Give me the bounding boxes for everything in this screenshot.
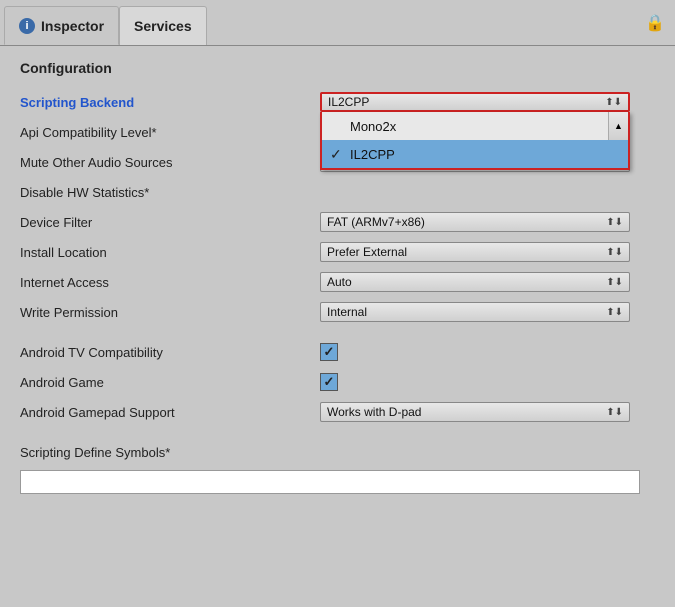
scripting-symbols-input[interactable] bbox=[20, 470, 640, 494]
label-api-compat: Api Compatibility Level* bbox=[20, 125, 320, 140]
label-device-filter: Device Filter bbox=[20, 215, 320, 230]
write-permission-value: Internal bbox=[327, 305, 367, 319]
control-install-location: Prefer External ⬆⬇ bbox=[320, 242, 655, 262]
tab-services[interactable]: Services bbox=[119, 6, 207, 45]
android-game-checkbox[interactable]: ✓ bbox=[320, 373, 338, 391]
dropdown-item-il2cpp-label: IL2CPP bbox=[350, 147, 395, 162]
label-write-permission: Write Permission bbox=[20, 305, 320, 320]
tab-inspector[interactable]: i Inspector bbox=[4, 6, 119, 45]
info-icon: i bbox=[19, 18, 35, 34]
dropdown-item-il2cpp[interactable]: ✓ IL2CPP bbox=[322, 140, 628, 168]
label-install-location: Install Location bbox=[20, 245, 320, 260]
control-device-filter: FAT (ARMv7+x86) ⬆⬇ bbox=[320, 212, 655, 232]
device-filter-dropdown[interactable]: FAT (ARMv7+x86) ⬆⬇ bbox=[320, 212, 630, 232]
label-android-tv: Android TV Compatibility bbox=[20, 345, 320, 360]
lock-icon[interactable]: 🔒 bbox=[645, 13, 665, 33]
control-android-game: ✓ bbox=[320, 373, 655, 391]
label-scripting-backend: Scripting Backend bbox=[20, 95, 320, 110]
scripting-backend-dropdown[interactable]: IL2CPP ⬆⬇ bbox=[320, 92, 630, 112]
android-tv-checkmark: ✓ bbox=[324, 344, 335, 360]
row-install-location: Install Location Prefer External ⬆⬇ bbox=[20, 238, 655, 266]
device-filter-value: FAT (ARMv7+x86) bbox=[327, 215, 425, 229]
dropdown-arrow-install: ⬆⬇ bbox=[606, 247, 623, 258]
check-empty bbox=[330, 118, 350, 134]
android-game-checkmark: ✓ bbox=[324, 374, 335, 390]
tab-services-label: Services bbox=[134, 18, 192, 34]
section-title: Configuration bbox=[20, 60, 655, 76]
row-device-filter: Device Filter FAT (ARMv7+x86) ⬆⬇ bbox=[20, 208, 655, 236]
row-scripting-symbols: Scripting Define Symbols* bbox=[20, 438, 655, 466]
label-android-game: Android Game bbox=[20, 375, 320, 390]
row-write-permission: Write Permission Internal ⬆⬇ bbox=[20, 298, 655, 326]
android-gamepad-value: Works with D-pad bbox=[327, 405, 421, 419]
row-android-tv: Android TV Compatibility ✓ bbox=[20, 338, 655, 366]
dropdown-arrow-write: ⬆⬇ bbox=[606, 307, 623, 318]
android-gamepad-dropdown[interactable]: Works with D-pad ⬆⬇ bbox=[320, 402, 630, 422]
dropdown-item-mono2x-label: Mono2x bbox=[350, 119, 396, 134]
dropdown-arrow-gamepad: ⬆⬇ bbox=[606, 407, 623, 418]
row-scripting-backend: Scripting Backend IL2CPP ⬆⬇ ▲ Mono2x bbox=[20, 88, 655, 116]
dropdown-arrow-internet: ⬆⬇ bbox=[606, 277, 623, 288]
check-mark-il2cpp: ✓ bbox=[330, 146, 350, 163]
android-tv-checkbox[interactable]: ✓ bbox=[320, 343, 338, 361]
tab-bar: i Inspector Services 🔒 bbox=[0, 0, 675, 46]
control-android-tv: ✓ bbox=[320, 343, 655, 361]
inspector-content: Configuration Scripting Backend IL2CPP ⬆… bbox=[0, 46, 675, 607]
dropdown-arrow: ⬆⬇ bbox=[605, 97, 622, 108]
install-location-dropdown[interactable]: Prefer External ⬆⬇ bbox=[320, 242, 630, 262]
control-scripting-backend: IL2CPP ⬆⬇ ▲ Mono2x ✓ IL2CPP bbox=[320, 92, 655, 112]
dropdown-item-mono2x[interactable]: Mono2x bbox=[322, 112, 628, 140]
scripting-backend-value: IL2CPP bbox=[328, 95, 369, 109]
row-internet-access: Internet Access Auto ⬆⬇ bbox=[20, 268, 655, 296]
row-android-game: Android Game ✓ bbox=[20, 368, 655, 396]
internet-access-value: Auto bbox=[327, 275, 352, 289]
control-write-permission: Internal ⬆⬇ bbox=[320, 302, 655, 322]
spacer2 bbox=[20, 428, 655, 438]
control-android-gamepad: Works with D-pad ⬆⬇ bbox=[320, 402, 655, 422]
label-disable-hw: Disable HW Statistics* bbox=[20, 185, 320, 200]
label-scripting-symbols: Scripting Define Symbols* bbox=[20, 445, 320, 460]
unity-inspector-window: i Inspector Services 🔒 Configuration Scr… bbox=[0, 0, 675, 607]
row-android-gamepad: Android Gamepad Support Works with D-pad… bbox=[20, 398, 655, 426]
scripting-backend-dropdown-list: ▲ Mono2x ✓ IL2CPP bbox=[320, 112, 630, 170]
install-location-value: Prefer External bbox=[327, 245, 407, 259]
control-internet-access: Auto ⬆⬇ bbox=[320, 272, 655, 292]
dropdown-arrow-device: ⬆⬇ bbox=[606, 217, 623, 228]
label-android-gamepad: Android Gamepad Support bbox=[20, 405, 320, 420]
scripting-backend-dropdown-panel: IL2CPP ⬆⬇ ▲ Mono2x ✓ IL2CPP bbox=[320, 92, 630, 112]
spacer1 bbox=[20, 328, 655, 338]
tab-inspector-label: Inspector bbox=[41, 18, 104, 34]
row-disable-hw: Disable HW Statistics* bbox=[20, 178, 655, 206]
label-internet-access: Internet Access bbox=[20, 275, 320, 290]
label-mute-audio: Mute Other Audio Sources bbox=[20, 155, 320, 170]
scripting-symbols-input-row bbox=[20, 470, 655, 494]
internet-access-dropdown[interactable]: Auto ⬆⬇ bbox=[320, 272, 630, 292]
write-permission-dropdown[interactable]: Internal ⬆⬇ bbox=[320, 302, 630, 322]
dropdown-scroll-up[interactable]: ▲ bbox=[608, 112, 628, 140]
